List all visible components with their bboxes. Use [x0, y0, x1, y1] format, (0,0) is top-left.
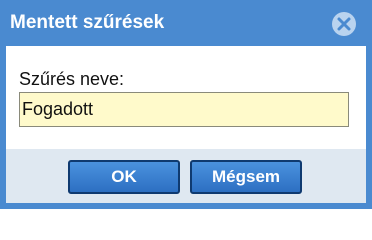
close-icon[interactable] — [332, 12, 356, 36]
dialog-footer: OK Mégsem — [6, 149, 366, 203]
ok-button[interactable]: OK — [68, 160, 180, 194]
cancel-button[interactable]: Mégsem — [190, 160, 302, 194]
dialog-body: Szűrés neve: — [6, 46, 366, 149]
saved-filters-dialog: Mentett szűrések Szűrés neve: OK Mégsem — [0, 0, 372, 209]
filter-name-input[interactable] — [19, 92, 349, 127]
filter-name-label: Szűrés neve: — [19, 69, 125, 89]
dialog-title: Mentett szűrések — [10, 12, 165, 33]
dialog-titlebar: Mentett szűrések — [0, 0, 372, 46]
